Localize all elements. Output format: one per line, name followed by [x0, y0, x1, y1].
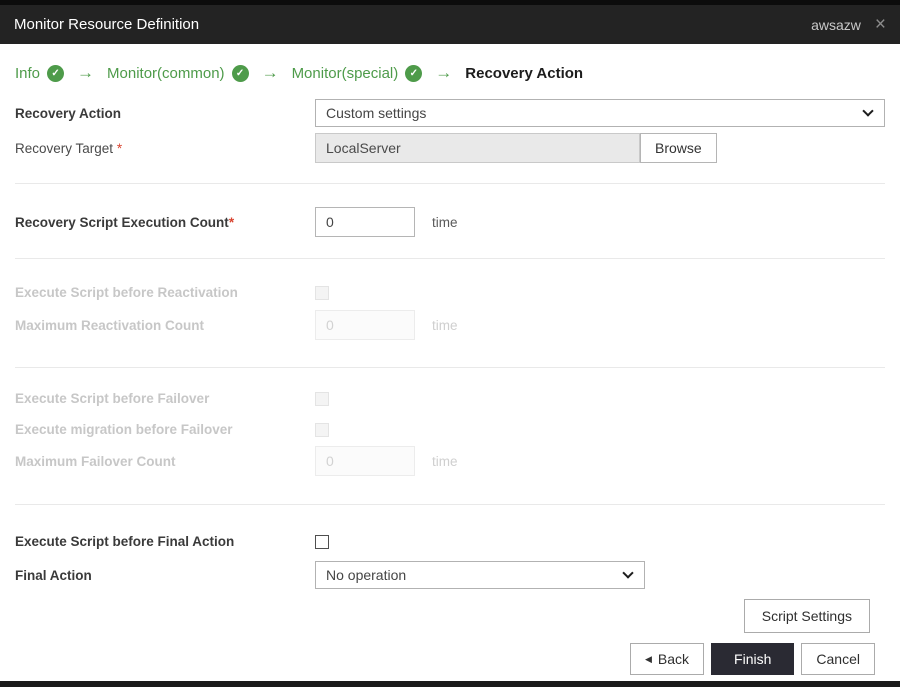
script-settings-row: Script Settings [15, 599, 885, 633]
step-recovery-action-label: Recovery Action [465, 64, 584, 82]
maximum-reactivation-count-row: Maximum Reactivation Count time [15, 310, 885, 340]
recovery-script-execution-count-row: Recovery Script Execution Count* time [15, 207, 885, 237]
finish-button[interactable]: Finish [711, 643, 795, 675]
final-action-select[interactable]: No operation [315, 561, 645, 589]
maximum-failover-count-input [315, 446, 415, 476]
execute-script-before-final-action-checkbox[interactable] [315, 534, 329, 549]
final-action-value: No operation [326, 567, 407, 583]
check-icon: ✓ [231, 64, 249, 82]
arrow-right-icon: → [261, 63, 279, 82]
divider [15, 367, 885, 368]
recovery-action-row: Recovery Action Custom settings [15, 99, 885, 127]
recovery-action-label: Recovery Action [15, 105, 122, 121]
final-action-label: Final Action [15, 567, 92, 583]
resource-name: awsazw [811, 16, 861, 33]
script-settings-button[interactable]: Script Settings [743, 599, 870, 633]
arrow-right-icon: → [77, 63, 95, 82]
time-unit-label: time [432, 453, 458, 469]
maximum-reactivation-count-input [315, 310, 415, 340]
dialog-bottom-edge [0, 681, 900, 687]
step-monitor-common: Monitor(common) ✓ [107, 64, 249, 82]
dialog-title: Monitor Resource Definition [14, 16, 200, 33]
dialog-buttons-row: ◀ Back Finish Cancel [15, 643, 885, 675]
maximum-reactivation-count-label: Maximum Reactivation Count [15, 317, 205, 333]
recovery-target-input [315, 133, 640, 163]
maximum-failover-count-row: Maximum Failover Count time [15, 446, 885, 476]
execute-migration-before-failover-row: Execute migration before Failover [15, 422, 885, 437]
execute-script-before-final-action-label: Execute Script before Final Action [15, 534, 235, 549]
execute-script-before-failover-row: Execute Script before Failover [15, 391, 885, 406]
chevron-down-icon [622, 566, 634, 579]
back-triangle-icon: ◀ [645, 653, 652, 664]
divider [15, 258, 885, 259]
step-monitor-special: Monitor(special) ✓ [292, 64, 423, 82]
step-info: Info ✓ [15, 64, 65, 82]
recovery-target-row: Recovery Target * Browse [15, 133, 885, 163]
check-icon: ✓ [47, 64, 65, 82]
browse-button[interactable]: Browse [640, 133, 717, 163]
execute-script-before-final-action-row: Execute Script before Final Action [15, 534, 885, 549]
time-unit-label: time [432, 317, 458, 333]
time-unit-label: time [432, 214, 458, 230]
execute-migration-before-failover-label: Execute migration before Failover [15, 422, 233, 437]
execute-migration-before-failover-checkbox [315, 422, 329, 437]
recovery-script-execution-count-label-text: Recovery Script Execution Count [15, 214, 229, 230]
step-monitor-special-link[interactable]: Monitor(special) [292, 65, 399, 82]
final-action-row: Final Action No operation [15, 561, 885, 589]
recovery-target-label-text: Recovery Target [15, 140, 117, 156]
dialog-titlebar: Monitor Resource Definition awsazw × [0, 5, 900, 44]
step-monitor-common-link[interactable]: Monitor(common) [107, 65, 225, 82]
required-mark: * [228, 214, 235, 230]
execute-script-before-reactivation-row: Execute Script before Reactivation [15, 285, 885, 300]
arrow-right-icon: → [435, 63, 453, 82]
cancel-button[interactable]: Cancel [801, 643, 875, 675]
chevron-down-icon [862, 104, 874, 117]
recovery-action-value: Custom settings [326, 105, 427, 121]
execute-script-before-failover-checkbox [315, 391, 329, 406]
wizard-steps: Info ✓ → Monitor(common) ✓ → Monitor(spe… [15, 61, 885, 85]
step-recovery-action: Recovery Action [465, 65, 583, 82]
back-button-label: Back [657, 651, 690, 667]
check-icon: ✓ [405, 64, 423, 82]
close-icon[interactable]: × [875, 15, 886, 34]
execute-script-before-reactivation-checkbox [315, 285, 329, 300]
execute-script-before-reactivation-label: Execute Script before Reactivation [15, 285, 238, 300]
execute-script-before-failover-label: Execute Script before Failover [15, 391, 210, 406]
back-button[interactable]: ◀ Back [630, 643, 705, 675]
maximum-failover-count-label: Maximum Failover Count [15, 453, 176, 469]
recovery-script-execution-count-input[interactable] [315, 207, 415, 237]
step-info-link[interactable]: Info [15, 65, 40, 82]
monitor-resource-definition-dialog: Monitor Resource Definition awsazw × Inf… [0, 0, 900, 694]
recovery-script-execution-count-label: Recovery Script Execution Count* [15, 215, 315, 230]
divider [15, 183, 885, 184]
recovery-action-select[interactable]: Custom settings [315, 99, 885, 127]
required-mark: * [116, 140, 123, 156]
recovery-target-label: Recovery Target * [15, 141, 315, 156]
divider [15, 504, 885, 505]
